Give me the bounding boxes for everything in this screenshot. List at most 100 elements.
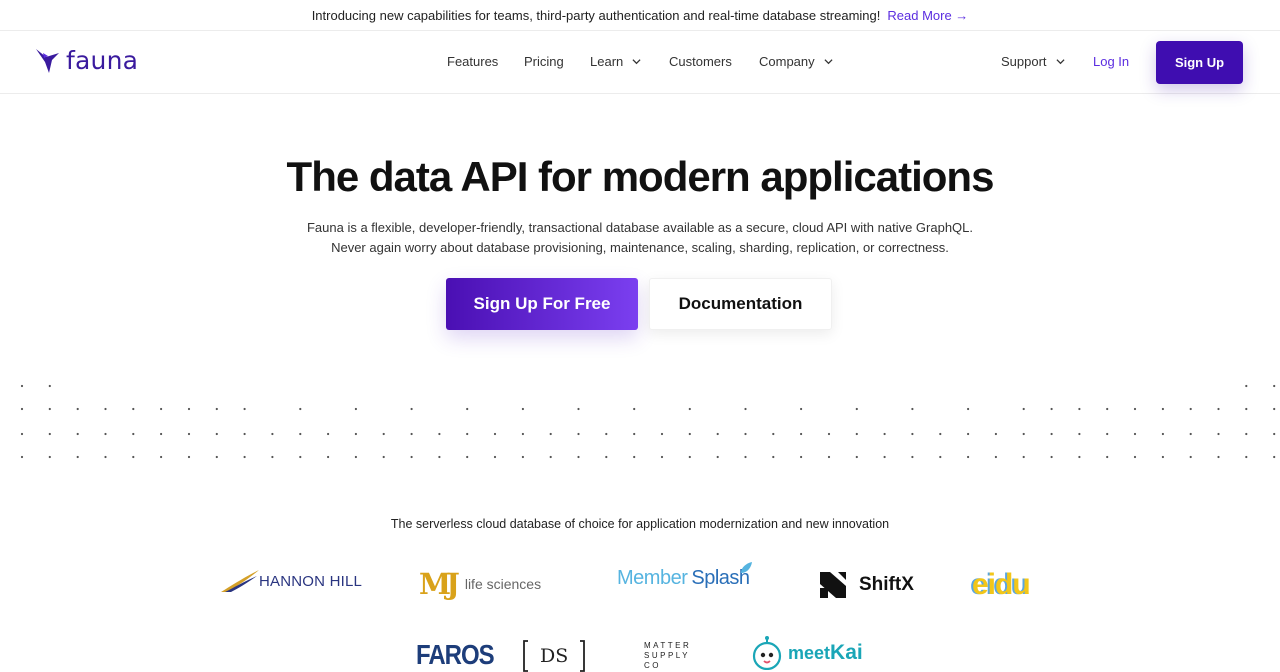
dot [354, 407, 357, 411]
dot [327, 432, 330, 436]
nav-pricing[interactable]: Pricing [524, 54, 564, 69]
dot [1161, 455, 1164, 459]
dot [549, 432, 552, 436]
faros-text: FAROS [416, 639, 495, 671]
dot [800, 455, 803, 459]
dot [1189, 432, 1192, 436]
dot [1106, 407, 1109, 411]
nav-support[interactable]: Support [1001, 54, 1065, 69]
dot [967, 432, 970, 436]
dot [1245, 407, 1248, 411]
dot [967, 407, 970, 411]
dot [633, 432, 636, 436]
dot [1273, 407, 1276, 411]
dot [104, 432, 107, 436]
dot [160, 432, 163, 436]
documentation-button[interactable]: Documentation [649, 278, 832, 330]
nav-customers[interactable]: Customers [669, 54, 732, 69]
mj-life-sciences-text: life sciences [464, 576, 542, 592]
chevron-down-icon [824, 59, 833, 65]
dot [521, 432, 525, 436]
dot [76, 432, 79, 436]
ds-text: DS [540, 645, 569, 667]
dot [772, 455, 775, 459]
dot [410, 407, 413, 411]
dot [1106, 432, 1109, 436]
dot [1133, 455, 1137, 459]
dot [48, 407, 51, 411]
dot [1189, 455, 1192, 459]
login-link[interactable]: Log In [1093, 54, 1129, 69]
dot [299, 432, 302, 436]
supply-text: SUPPLY [644, 651, 690, 660]
dot [493, 455, 497, 459]
dot [1245, 384, 1248, 388]
dot [354, 455, 357, 459]
dot [994, 455, 998, 459]
meetkai-mascot-icon [752, 636, 782, 670]
dot [215, 455, 218, 459]
hero-title-post: for modern applications [527, 153, 994, 200]
dot [1078, 455, 1081, 459]
nav-learn[interactable]: Learn [590, 54, 641, 69]
dot [299, 455, 302, 459]
dot [215, 432, 218, 436]
dot [1189, 407, 1192, 411]
dot [382, 432, 385, 436]
eidu-text: eidu [972, 568, 1031, 601]
dot-pattern [20, 384, 1276, 459]
dot [243, 432, 246, 436]
dot [1245, 432, 1248, 436]
dot [660, 432, 664, 436]
dot [410, 432, 413, 436]
dot [827, 432, 831, 436]
hero-title-pre: The [286, 153, 369, 200]
ds-bracket-left-icon [523, 640, 528, 672]
dot [549, 455, 552, 459]
hero-subtitle-line-1: Fauna is a flexible, developer-friendly,… [306, 220, 974, 235]
dot [466, 407, 469, 411]
dot [48, 455, 51, 459]
logo-hannon-hill: HANNON HILL [221, 568, 362, 594]
dot [855, 455, 858, 459]
dot [271, 432, 274, 436]
dot [1273, 432, 1276, 436]
dot [466, 432, 469, 436]
announcement-text: Introducing new capabilities for teams, … [311, 7, 881, 23]
dot [1245, 455, 1248, 459]
dot [605, 432, 608, 436]
mj-mark: MJ [419, 567, 460, 601]
logo-member-splash: Member Splash [617, 562, 752, 590]
announcement-bar: Introducing new capabilities for teams, … [0, 0, 1280, 31]
hannon-hill-swoosh-icon [221, 570, 259, 592]
dot [48, 432, 51, 436]
dot [716, 455, 719, 459]
dot [20, 384, 24, 388]
dot [1217, 455, 1220, 459]
dot [827, 455, 831, 459]
dot [104, 455, 107, 459]
dot [187, 455, 191, 459]
logo-meetkai: meet Kai [752, 636, 863, 670]
dot [633, 407, 636, 411]
dot [493, 432, 497, 436]
dot [20, 432, 24, 436]
nav-company[interactable]: Company [759, 54, 833, 69]
signup-free-button[interactable]: Sign Up For Free [446, 278, 638, 330]
signup-button[interactable]: Sign Up [1156, 41, 1243, 84]
dot [660, 455, 664, 459]
dot [1273, 455, 1276, 459]
read-more-link[interactable]: Read More → [887, 8, 968, 23]
ds-bracket-right-icon [580, 640, 586, 672]
dot [1050, 455, 1053, 459]
dot [132, 432, 135, 436]
dot [1050, 407, 1053, 411]
splash-text: Splash [691, 567, 750, 589]
nav-features[interactable]: Features [447, 54, 498, 69]
kai-text: Kai [830, 641, 863, 664]
logo-matter-supply-co: MATTER SUPPLY CO [644, 641, 691, 671]
dot [883, 455, 886, 459]
dot [243, 455, 246, 459]
dot [1133, 407, 1137, 411]
dot [466, 455, 469, 459]
